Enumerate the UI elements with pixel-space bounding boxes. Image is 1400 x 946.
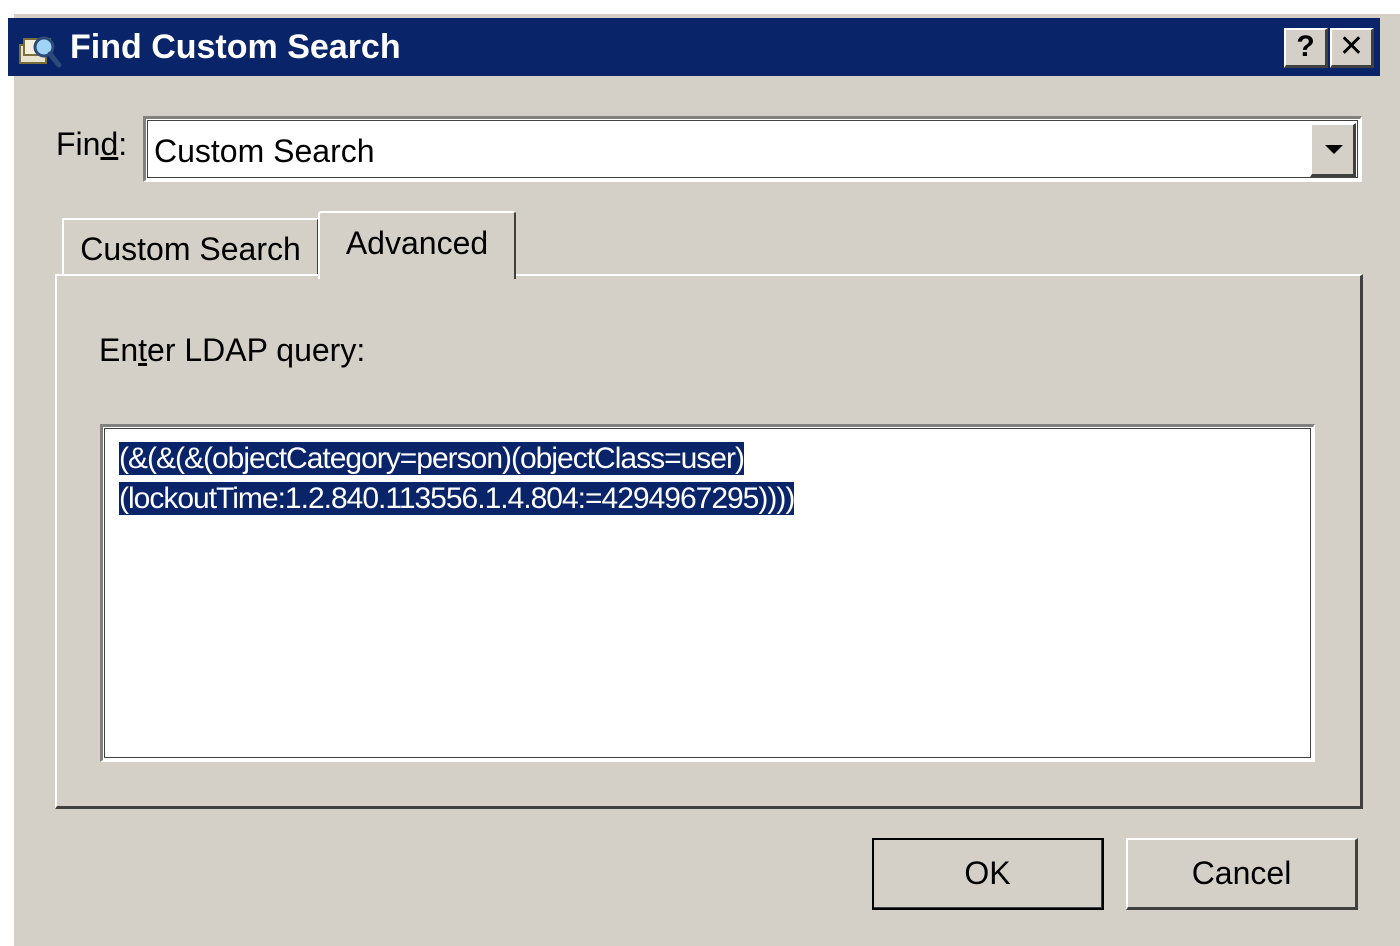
title-bar[interactable]: Find Custom Search ? ✕ [8,18,1380,76]
dropdown-arrow-icon[interactable] [1310,123,1356,177]
find-magnifier-icon [19,36,62,68]
ldap-query-text: (&(&(&(objectCategory=person)(objectClas… [119,439,1289,519]
cancel-button[interactable]: Cancel [1126,838,1358,910]
help-button[interactable]: ? [1284,28,1328,68]
close-button[interactable]: ✕ [1330,28,1374,68]
find-combobox-value: Custom Search [154,133,375,169]
tab-custom-search[interactable]: Custom Search [62,218,319,276]
window-title: Find Custom Search [70,28,401,66]
ok-button[interactable]: OK [872,838,1104,910]
query-line-2: (lockoutTime:1.2.840.113556.1.4.804:=429… [119,482,795,515]
find-combobox[interactable]: Custom Search [143,116,1362,182]
tab-advanced[interactable]: Advanced [318,211,516,279]
query-line-1: (&(&(&(objectCategory=person)(objectClas… [119,442,745,475]
ldap-query-textarea[interactable]: (&(&(&(objectCategory=person)(objectClas… [100,424,1315,762]
find-label: Find: [56,126,128,162]
ldap-query-label: Enter LDAP query: [99,332,366,368]
